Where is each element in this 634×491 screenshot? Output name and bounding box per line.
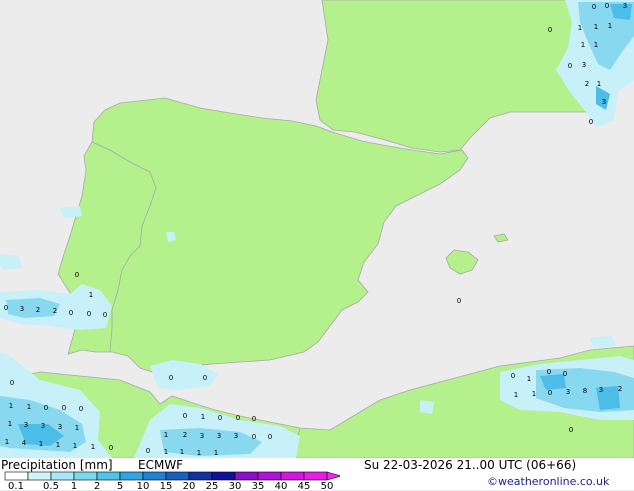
credit-link[interactable]: ©weatheronline.co.uk	[487, 475, 609, 488]
precip-value-label: 3	[217, 432, 221, 440]
precip-value-label: 1	[608, 22, 612, 30]
precip-value-label: 2	[53, 307, 57, 315]
legend-swatch	[280, 471, 305, 481]
precip-value-label: 1	[514, 391, 518, 399]
precip-value-label: 0	[203, 374, 207, 382]
precip-value-label: 0	[511, 372, 515, 380]
precip-value-label: 0	[62, 404, 66, 412]
precip-value-label: 3	[58, 423, 62, 431]
precip-value-label: 0	[75, 271, 79, 279]
precip-value-label: 1	[594, 41, 598, 49]
precip-value-label: 0	[103, 311, 107, 319]
precip-value-label: 0	[183, 412, 187, 420]
precip-value-label: 3	[234, 432, 238, 440]
precip-value-label: 0	[69, 309, 73, 317]
legend-swatch	[27, 471, 52, 481]
precip-value-label: 2	[618, 385, 622, 393]
precip-value-label: 1	[597, 80, 601, 88]
precip-value-label: 1	[5, 438, 9, 446]
precip-value-label: 1	[89, 291, 93, 299]
precip-value-label: 0	[589, 118, 593, 126]
precip-value-label: 0	[548, 389, 552, 397]
precip-value-label: 0	[548, 26, 552, 34]
precip-value-label: 1	[8, 420, 12, 428]
precip-value-label: 3	[623, 2, 627, 10]
legend-swatch	[303, 471, 328, 481]
precip-value-label: 1	[578, 24, 582, 32]
legend-swatch	[4, 471, 29, 481]
precip-value-label: 3	[602, 98, 606, 106]
precip-value-label: 0	[568, 62, 572, 70]
legend-swatch	[96, 471, 121, 481]
precip-value-label: 0	[87, 310, 91, 318]
precip-value-label: 8	[583, 387, 587, 395]
precip-value-label: 0	[79, 405, 83, 413]
precip-value-label: 0	[569, 426, 573, 434]
color-legend: 0.1 0.5 1 2 5 10 15 20 25 30 35 40 45 50	[4, 471, 340, 491]
model-name: ECMWF	[138, 458, 184, 472]
precip-value-label: 1	[527, 375, 531, 383]
precip-value-label: 0	[218, 414, 222, 422]
precip-value-label: 2	[585, 80, 589, 88]
legend-swatch	[234, 471, 259, 481]
precip-value-label: 0	[252, 415, 256, 423]
map-title: Precipitation [mm]	[1, 458, 113, 472]
precip-value-label: 0	[547, 368, 551, 376]
precip-value-label: 2	[36, 306, 40, 314]
precip-value-label: 1	[164, 431, 168, 439]
legend-swatch	[73, 471, 98, 481]
precip-value-label: 1	[39, 440, 43, 448]
precip-value-label: 1	[56, 441, 60, 449]
precip-value-label: 0	[4, 304, 8, 312]
legend-swatch-arrow	[326, 471, 340, 481]
valid-time: Su 22-03-2026 21..00 UTC (06+66)	[364, 458, 577, 472]
precip-value-label: 3	[41, 422, 45, 430]
precip-value-label: 1	[532, 390, 536, 398]
legend-swatch	[50, 471, 75, 481]
precip-value-label: 3	[200, 432, 204, 440]
legend-swatch	[188, 471, 213, 481]
precip-value-label: 3	[20, 305, 24, 313]
precip-value-label: 1	[201, 413, 205, 421]
precip-value-label: 0	[592, 3, 596, 11]
precip-value-label: 1	[91, 443, 95, 451]
precip-value-label: 1	[594, 23, 598, 31]
precip-value-label: 2	[183, 431, 187, 439]
precip-value-label: 3	[582, 61, 586, 69]
precip-value-label: 3	[599, 386, 603, 394]
precip-value-label: 3	[24, 421, 28, 429]
legend-swatch	[165, 471, 190, 481]
precip-value-label: 0	[605, 2, 609, 10]
precip-value-label: 1	[9, 402, 13, 410]
precip-value-label: 4	[22, 439, 27, 447]
precipitation-map: 0 0 30 1 1 11 10 32 130010 3 2 2 0 0 000 0 0 0 0101 1 0 3 8 3 21…	[0, 0, 634, 458]
precip-value-label: 1	[180, 448, 184, 456]
legend-swatch	[257, 471, 282, 481]
precip-value-label: 1	[581, 41, 585, 49]
precip-value-label: 0	[563, 370, 567, 378]
precip-value-label: 0	[10, 379, 14, 387]
precip-value-label: 3	[566, 388, 570, 396]
precip-value-label: 1	[214, 449, 218, 457]
precip-value-label: 0	[109, 444, 113, 452]
precip-value-label: 1	[27, 403, 31, 411]
legend-swatch	[142, 471, 167, 481]
precip-value-label: 0	[252, 433, 256, 441]
legend-swatch	[119, 471, 144, 481]
precip-value-label: 0	[146, 447, 150, 455]
precip-value-label: 0	[268, 433, 272, 441]
precip-value-label: 1	[197, 449, 201, 457]
precip-value-label: 1	[75, 424, 79, 432]
legend-swatch	[211, 471, 236, 481]
precip-value-label: 0	[169, 374, 173, 382]
precip-value-label: 0	[236, 414, 240, 422]
precip-value-label: 0	[44, 404, 48, 412]
precip-value-label: 1	[73, 442, 77, 450]
precip-value-label: 0	[457, 297, 461, 305]
map-footer: Precipitation [mm] ECMWF Su 22-03-2026 2…	[0, 458, 634, 491]
precip-value-label: 1	[164, 448, 168, 456]
